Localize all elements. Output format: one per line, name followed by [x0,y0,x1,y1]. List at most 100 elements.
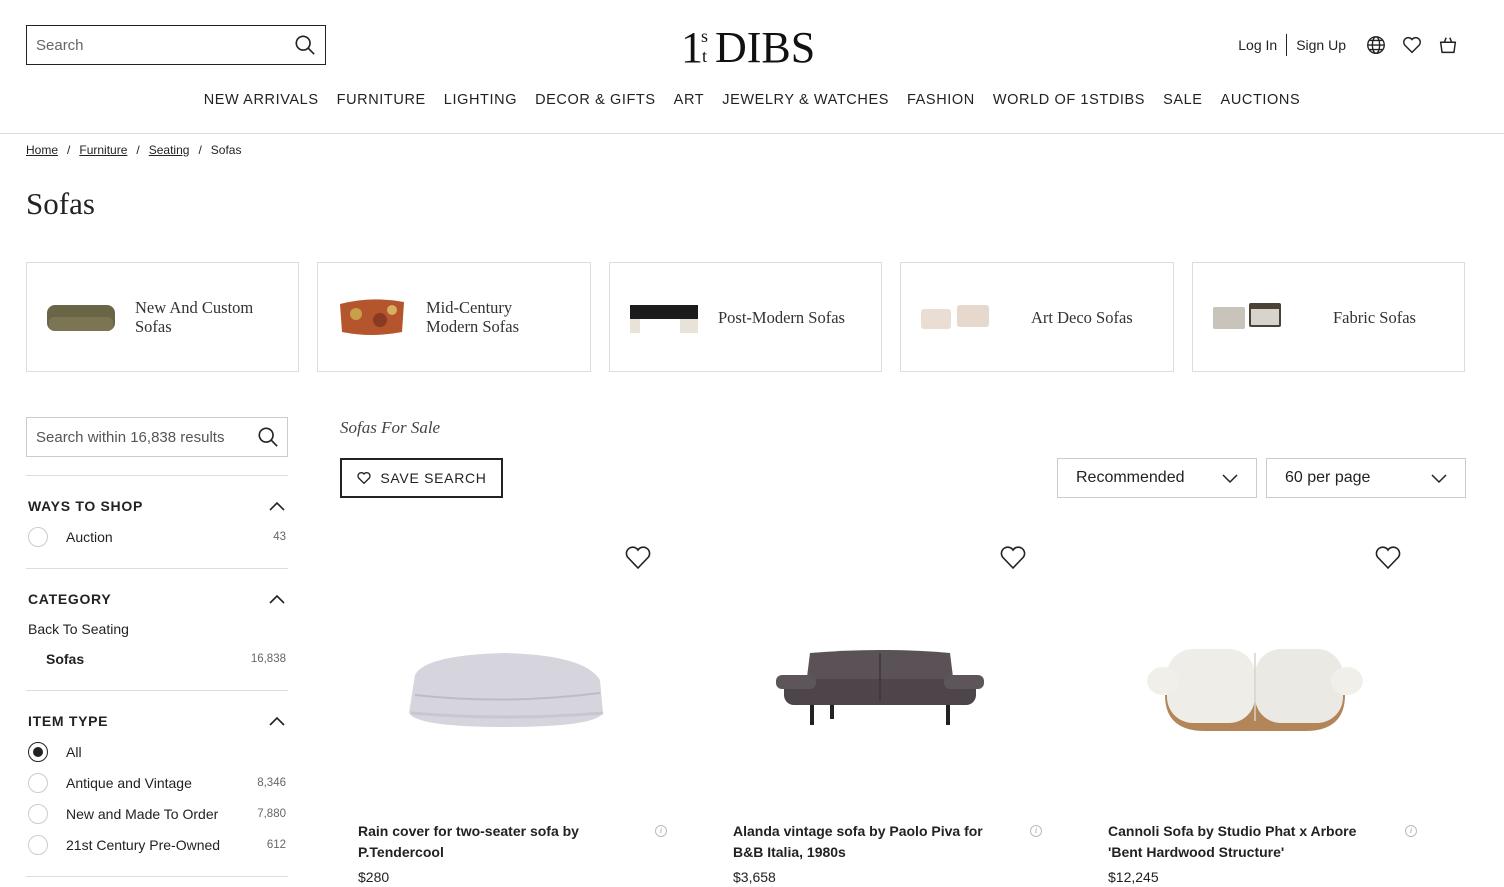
category-card-mid-century[interactable]: Mid-Century Modern Sofas [317,262,591,372]
per-page-dropdown[interactable]: 60 per page [1266,458,1466,498]
breadcrumb-furniture[interactable]: Furniture [79,143,127,157]
account-nav: Log In Sign Up [1238,33,1459,57]
back-to-seating-link[interactable]: Back To Seating [28,618,286,640]
radio-button[interactable] [28,773,48,793]
globe-icon[interactable] [1365,34,1387,56]
header-search[interactable] [26,25,326,65]
category-card-post-modern[interactable]: Post-Modern Sofas [609,262,882,372]
breadcrumb-current: Sofas [210,143,242,157]
radio-button[interactable] [28,835,48,855]
search-icon[interactable] [294,34,316,56]
facet-divider [26,568,288,569]
category-card-art-deco[interactable]: Art Deco Sofas [900,262,1174,372]
save-search-button[interactable]: SAVE SEARCH [340,458,503,498]
category-card-label: New And Custom Sofas [135,298,254,336]
category-option-count: 16,838 [250,653,286,665]
category-card-label: Mid-Century Modern Sofas [426,298,520,336]
facet-option-count: 612 [266,839,286,851]
nav-furniture[interactable]: FURNITURE [337,92,426,108]
facet-option-count: 7,880 [257,808,286,820]
product-card[interactable]: Alanda vintage sofa by Paolo Piva for B&… [715,540,1045,887]
facet-option-auction[interactable]: Auction 43 [28,526,286,548]
facet-divider [26,876,288,877]
facet-title-ways-to-shop[interactable]: WAYS TO SHOP [28,498,143,514]
product-image[interactable] [340,620,670,760]
breadcrumb-seating[interactable]: Seating [149,143,190,157]
favorite-heart-icon[interactable] [624,544,652,570]
facet-option-label: Auction [66,529,113,545]
heart-icon [357,472,371,485]
heart-icon[interactable] [1401,34,1423,56]
nav-sale[interactable]: SALE [1163,92,1202,108]
nav-world-of-1stdibs[interactable]: WORLD OF 1STDIBS [993,92,1145,108]
nav-auctions[interactable]: AUCTIONS [1221,92,1301,108]
product-price: $3,658 [733,869,776,885]
product-image[interactable] [715,620,1045,760]
product-price: $12,245 [1108,869,1159,885]
sofa-thumbnail [1211,292,1283,342]
product-card[interactable]: Cannoli Sofa by Studio Phat x Arbore 'Be… [1090,540,1420,887]
item-type-21st-century-pre-owned[interactable]: 21st Century Pre-Owned 612 [28,834,286,856]
category-option-label: Sofas [46,651,85,667]
chevron-down-icon [1222,474,1238,484]
facet-title-category[interactable]: CATEGORY [28,591,111,607]
facet-divider [26,690,288,691]
item-type-all[interactable]: All [28,741,286,763]
product-image[interactable] [1090,620,1420,760]
product-price: $280 [358,869,390,885]
facet-option-count: 43 [273,531,286,543]
facet-title-item-type[interactable]: ITEM TYPE [28,713,108,729]
chevron-up-icon[interactable] [268,715,286,727]
page-title: Sofas [26,186,95,221]
header-search-input[interactable] [27,26,277,64]
radio-button[interactable] [28,804,48,824]
product-title[interactable]: Alanda vintage sofa by Paolo Piva for B&… [733,821,1003,863]
category-card-new-custom[interactable]: New And Custom Sofas [26,262,299,372]
item-type-antique-vintage[interactable]: Antique and Vintage 8,346 [28,772,286,794]
category-card-label: Fabric Sofas [1333,307,1416,327]
cart-icon[interactable] [1437,34,1459,56]
back-link-label: Back To Seating [28,621,129,637]
svg-text:t: t [702,46,707,66]
product-title[interactable]: Rain cover for two-seater sofa by P.Tend… [358,821,628,863]
results-search-input[interactable] [27,418,247,456]
nav-jewelry-watches[interactable]: JEWELRY & WATCHES [722,92,889,108]
login-link[interactable]: Log In [1238,37,1277,53]
favorite-heart-icon[interactable] [999,544,1027,570]
save-search-label: SAVE SEARCH [380,470,487,486]
product-card[interactable]: Rain cover for two-seater sofa by P.Tend… [340,540,670,887]
sort-dropdown[interactable]: Recommended [1057,458,1257,498]
breadcrumb: Home / Furniture / Seating / Sofas [26,143,241,157]
info-icon[interactable]: i [1405,825,1417,837]
product-title[interactable]: Cannoli Sofa by Studio Phat x Arbore 'Be… [1108,821,1378,863]
svg-text:s: s [701,26,708,46]
item-type-new-made-to-order[interactable]: New and Made To Order 7,880 [28,803,286,825]
category-card-fabric[interactable]: Fabric Sofas [1192,262,1465,372]
nav-decor-gifts[interactable]: DECOR & GIFTS [535,92,656,108]
info-icon[interactable]: i [1030,825,1042,837]
category-option-sofas[interactable]: Sofas 16,838 [28,648,286,670]
category-card-label: Post-Modern Sofas [718,307,845,327]
sofa-thumbnail [919,292,991,342]
category-card-label: Art Deco Sofas [1031,307,1133,327]
search-icon[interactable] [257,426,279,448]
chevron-up-icon[interactable] [268,593,286,605]
facet-divider [26,475,288,476]
chevron-up-icon[interactable] [268,500,286,512]
breadcrumb-separator: / [136,143,140,157]
nav-art[interactable]: ART [674,92,705,108]
svg-text:1: 1 [681,23,703,68]
results-search[interactable] [26,417,288,457]
radio-button[interactable] [28,527,48,547]
facet-option-count: 8,346 [257,777,286,789]
signup-link[interactable]: Sign Up [1296,37,1346,53]
breadcrumb-home[interactable]: Home [26,143,58,157]
radio-button-checked[interactable] [28,742,48,762]
info-icon[interactable]: i [655,825,667,837]
facet-option-label: New and Made To Order [66,806,219,822]
nav-new-arrivals[interactable]: NEW ARRIVALS [204,92,319,108]
favorite-heart-icon[interactable] [1374,544,1402,570]
nav-fashion[interactable]: FASHION [907,92,975,108]
logo[interactable]: 1 s t DIBS [681,22,813,68]
nav-lighting[interactable]: LIGHTING [444,92,517,108]
